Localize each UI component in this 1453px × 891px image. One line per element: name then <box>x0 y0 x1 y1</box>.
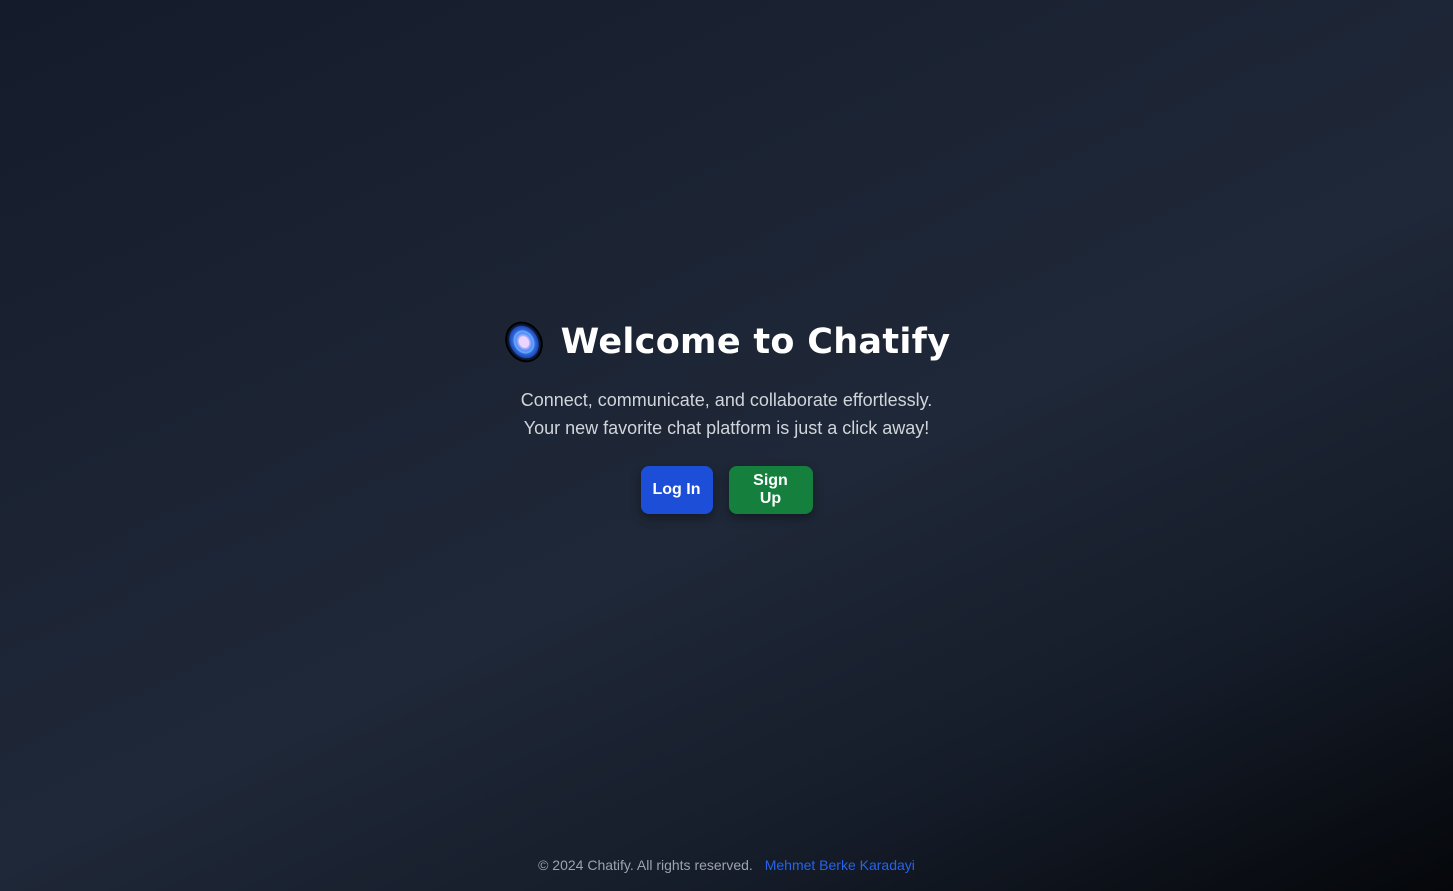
copyright-text: © 2024 Chatify. All rights reserved. <box>538 857 753 873</box>
tagline-line-2: Your new favorite chat platform is just … <box>523 418 930 438</box>
chatify-logo-icon <box>503 321 545 363</box>
tagline-line-1: Connect, communicate, and collaborate ef… <box>520 390 933 410</box>
hero-section: Welcome to Chatify Connect, communicate,… <box>0 318 1453 514</box>
footer: © 2024 Chatify. All rights reserved. Meh… <box>0 857 1453 873</box>
page-title: Welcome to Chatify <box>560 322 951 362</box>
tagline: Connect, communicate, and collaborate ef… <box>0 386 1453 442</box>
author-link[interactable]: Mehmet Berke Karadayi <box>765 857 915 873</box>
login-button[interactable]: Log In <box>640 466 713 514</box>
signup-button[interactable]: Sign Up <box>728 466 813 514</box>
auth-buttons: Log In Sign Up <box>0 466 1453 514</box>
title-row: Welcome to Chatify <box>0 318 1453 366</box>
